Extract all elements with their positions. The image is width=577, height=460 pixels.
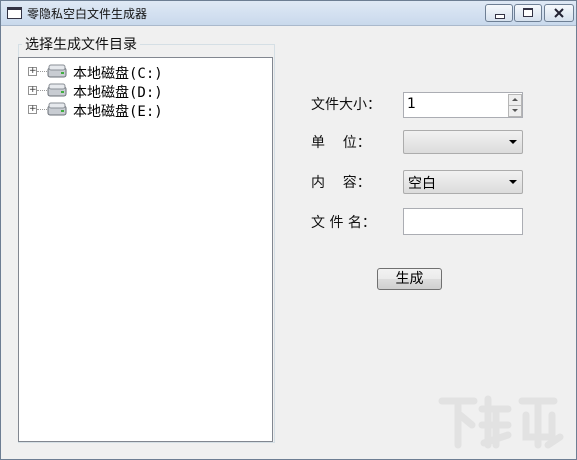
spin-down-icon[interactable] [508, 105, 522, 117]
title-bar[interactable]: 零隐私空白文件生成器 [1, 1, 576, 26]
chevron-down-icon [509, 140, 517, 144]
content-select[interactable]: 空白 [403, 170, 523, 194]
close-icon [554, 8, 564, 18]
file-size-label: 文件大小： [311, 97, 381, 113]
tree-item-drive-c[interactable]: + 本地磁盘(C:) [19, 62, 259, 82]
tree-item-label: 本地磁盘(C:) [73, 66, 163, 82]
watermark-logo [438, 395, 564, 449]
tree-item-drive-e[interactable]: + 本地磁盘(E:) [19, 100, 259, 120]
expand-icon[interactable]: + [28, 67, 37, 76]
directory-group-title: 选择生成文件目录 [22, 34, 140, 54]
maximize-button[interactable] [514, 4, 542, 22]
directory-tree[interactable]: + 本地磁盘(C:) + 本地磁盘(D:) + 本地磁盘(E:) [18, 57, 273, 442]
file-size-spinner[interactable]: 1 [403, 92, 523, 118]
hard-drive-icon [47, 83, 67, 97]
expand-icon[interactable]: + [28, 86, 37, 95]
app-window-icon [7, 7, 22, 19]
hard-drive-icon [47, 102, 67, 116]
minimize-button[interactable] [485, 4, 513, 22]
content-value: 空白 [408, 176, 436, 192]
unit-select[interactable] [403, 130, 523, 154]
unit-label: 单 位： [311, 135, 371, 151]
tree-item-label: 本地磁盘(D:) [73, 85, 163, 101]
chevron-down-icon [509, 180, 517, 184]
content-label: 内 容： [311, 175, 371, 191]
file-size-value[interactable]: 1 [407, 96, 416, 112]
file-name-label: 文 件 名： [311, 215, 376, 231]
expand-icon[interactable]: + [28, 105, 37, 114]
close-button[interactable] [544, 4, 574, 22]
tree-item-label: 本地磁盘(E:) [73, 104, 163, 120]
tree-item-drive-d[interactable]: + 本地磁盘(D:) [19, 81, 259, 101]
generate-button[interactable]: 生成 [377, 268, 442, 290]
window-title: 零隐私空白文件生成器 [27, 7, 148, 21]
hard-drive-icon [47, 64, 67, 78]
file-name-input[interactable] [403, 208, 523, 235]
